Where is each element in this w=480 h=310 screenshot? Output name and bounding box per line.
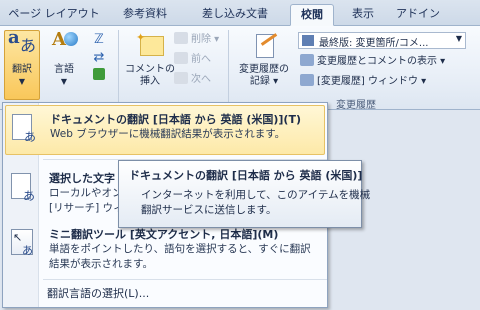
tab-review[interactable]: 校閲 (290, 4, 334, 26)
language-button[interactable]: A 言語 ▼ (46, 31, 82, 88)
chevron-down-icon: ▼ (455, 34, 462, 43)
reviewing-pane-icon (300, 74, 314, 86)
reviewing-pane-button[interactable]: [変更履歴] ウィンドウ ▾ (300, 74, 426, 90)
track-changes-label-2: 記録 ▾ (249, 76, 279, 87)
spelling-icon[interactable]: ℤ (88, 32, 110, 50)
delete-comment-label: 削除 (191, 34, 211, 45)
tab-addins[interactable]: アドイン (392, 4, 444, 26)
translate-document-tooltip: ドキュメントの翻訳 [日本語 から 英語 (米国)] インターネットを利用して、… (118, 160, 370, 228)
translate-document-title: ドキュメントの翻訳 [日本語 から 英語 (米国)](T) (50, 113, 301, 126)
show-markup-button[interactable]: 変更履歴とコメントの表示 ▾ (300, 54, 445, 70)
ribbon-review: a あ 翻訳 ▼ A 言語 ▼ ℤ ⇄ ✦ コメントの 挿入 削除 ▾ 前へ 次… (0, 26, 480, 111)
show-markup-icon (300, 54, 314, 66)
ribbon-tab-bar: ページ レイアウト 参考資料 差し込み文書 校閲 表示 アドイン (0, 0, 480, 26)
tracking-group-label: 変更履歴 (336, 100, 376, 111)
mini-translator-desc-line2: 結果が表示されます。 (49, 258, 153, 270)
track-changes-button[interactable]: 変更履歴の 記録 ▾ (234, 32, 294, 88)
group-separator (228, 30, 229, 106)
delete-comment-button[interactable]: 削除 ▾ (174, 32, 219, 48)
tooltip-description: インターネットを利用して、このアイテムを機械 翻訳サービスに送信します。 (141, 188, 370, 218)
word-count-icon[interactable] (88, 68, 110, 86)
tab-page-layout[interactable]: ページ レイアウト (6, 4, 102, 26)
translate-document-icon: あ (12, 114, 38, 144)
language-label: 言語 (54, 64, 74, 75)
tooltip-desc-line2: 翻訳サービスに送信します。 (141, 204, 277, 216)
comment-icon: ✦ (134, 32, 166, 62)
translate-icon: a あ (8, 27, 37, 55)
tab-view[interactable]: 表示 (344, 4, 382, 26)
mini-translator-icon: ↖ あ (11, 229, 33, 257)
show-markup-label: 変更履歴とコメントの表示 (317, 56, 437, 67)
markup-icon (302, 35, 314, 46)
insert-comment-label-2: 挿入 (140, 76, 160, 87)
previous-comment-label: 前へ (191, 54, 211, 65)
next-comment-icon (174, 72, 188, 84)
proofing-small-icons: ℤ ⇄ (88, 32, 110, 102)
menu-item-mini-translator[interactable]: ↖ あ ミニ翻訳ツール [英文アクセント, 日本語](M) 単語をポイントしたり… (5, 221, 325, 277)
translate-selection-icon: あ (11, 173, 37, 203)
translate-label: 翻訳 (12, 64, 32, 75)
language-icon: A (48, 31, 80, 62)
delete-comment-icon (174, 32, 188, 44)
previous-comment-button[interactable]: 前へ (174, 52, 211, 68)
insert-comment-label-1: コメントの (125, 64, 175, 75)
insert-comment-button[interactable]: ✦ コメントの 挿入 (124, 32, 176, 88)
group-separator (118, 30, 119, 106)
menu-separator (43, 279, 327, 280)
translate-selection-description: ローカルやオン [リサーチ] ウィ (49, 186, 124, 216)
menu-item-translate-document[interactable]: あ ドキュメントの翻訳 [日本語 から 英語 (米国)](T) Web ブラウザ… (5, 105, 325, 155)
previous-comment-icon (174, 52, 188, 64)
markup-display-value: 最終版: 変更箇所/コメ... (319, 38, 429, 49)
tooltip-desc-line1: インターネットを利用して、このアイテムを機械 (141, 189, 371, 201)
mini-translator-desc-line1: 単語をポイントしたり、語句を選択すると、すぐに翻訳 (49, 243, 311, 255)
track-changes-label-1: 変更履歴の (239, 64, 289, 75)
track-changes-icon (248, 32, 280, 62)
mini-translator-title: ミニ翻訳ツール [英文アクセント, 日本語](M) (49, 228, 279, 241)
reviewing-pane-label: [変更履歴] ウィンドウ (317, 76, 418, 87)
translate-button[interactable]: a あ 翻訳 ▼ (4, 27, 40, 88)
translate-document-description: Web ブラウザーに機械翻訳結果が表示されます。 (50, 128, 286, 140)
mini-translator-description: 単語をポイントしたり、語句を選択すると、すぐに翻訳 結果が表示されます。 (49, 242, 311, 272)
next-comment-label: 次へ (191, 74, 211, 85)
markup-display-dropdown[interactable]: 最終版: 変更箇所/コメ... ▼ (298, 32, 466, 49)
translate-selection-desc-line1: ローカルやオン (49, 187, 123, 199)
thesaurus-icon[interactable]: ⇄ (88, 50, 110, 68)
chevron-down-icon: ▼ (60, 77, 68, 86)
menu-item-choose-translation-language[interactable]: 翻訳言語の選択(L)... (47, 285, 149, 301)
translate-selection-desc-line2: [リサーチ] ウィ (49, 202, 124, 214)
chevron-down-icon: ▼ (18, 77, 26, 86)
translate-selection-title: 選択した文字 (49, 172, 115, 185)
tooltip-title: ドキュメントの翻訳 [日本語 から 英語 (米国)] (129, 169, 363, 182)
next-comment-button[interactable]: 次へ (174, 72, 211, 88)
tab-references[interactable]: 参考資料 (112, 4, 178, 26)
tab-mailings[interactable]: 差し込み文書 (190, 4, 280, 26)
